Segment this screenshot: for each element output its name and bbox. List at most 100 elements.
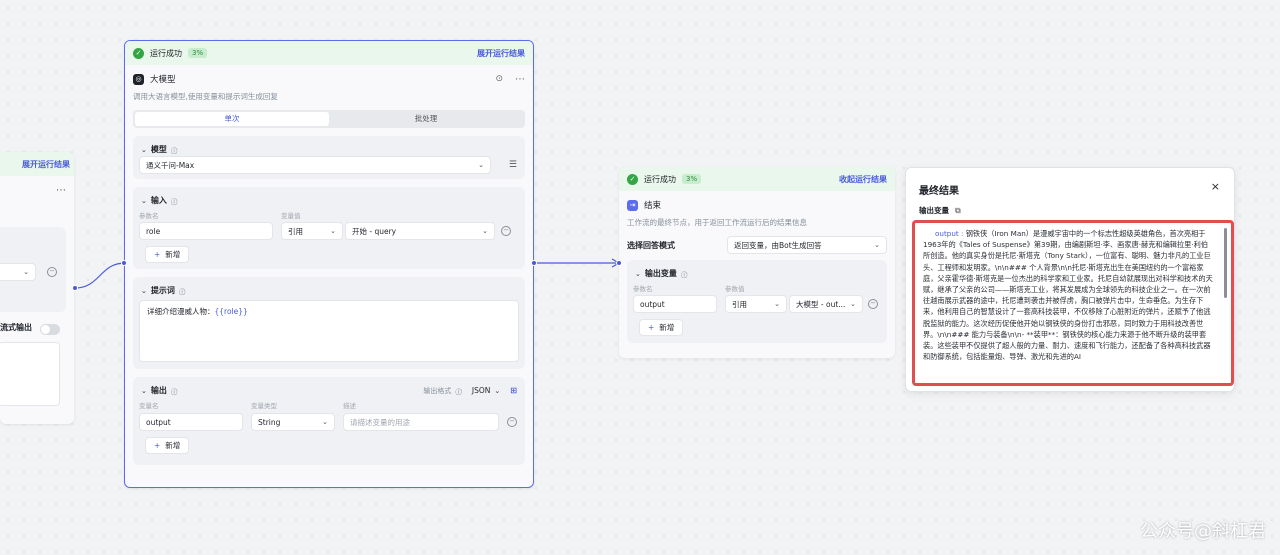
run-percent-badge: 3% bbox=[188, 48, 208, 58]
final-result-panel: 最终结果 × 输出变量 ⧉ output : 钢铁侠（Iron Man）是漫威宇… bbox=[905, 167, 1235, 392]
tab-batch[interactable]: 批处理 bbox=[329, 112, 523, 126]
input-name-value: role bbox=[146, 226, 161, 236]
tab-single[interactable]: 单次 bbox=[135, 112, 329, 126]
prompt-variable: {{role}} bbox=[214, 307, 248, 316]
plus-icon: + bbox=[154, 250, 161, 259]
end-output-type-value: 引用 bbox=[732, 299, 747, 309]
model-select[interactable]: 通义千问-Max ⌄ bbox=[139, 156, 491, 174]
more-icon[interactable]: ⋯ bbox=[56, 185, 66, 196]
add-label: 新增 bbox=[165, 250, 181, 259]
success-icon: ✓ bbox=[627, 173, 638, 185]
add-output-button[interactable]: + 新增 bbox=[145, 437, 190, 454]
node-desc: 工作流的最终节点，用于返回工作流运行后的结果信息 bbox=[627, 218, 807, 227]
end-flag-icon: ⇥ bbox=[627, 199, 638, 211]
answer-mode-select[interactable]: 返回变量，由Bot生成回答 ⌄ bbox=[727, 236, 887, 254]
output-format-label: 输出格式 bbox=[423, 386, 452, 395]
chevron-down-icon: ⌄ bbox=[478, 161, 484, 169]
output-name-field[interactable]: output bbox=[139, 413, 243, 431]
var-desc-header: 描述 bbox=[343, 402, 356, 410]
start-node-out-handle[interactable] bbox=[72, 285, 78, 291]
input-type-value: 引用 bbox=[288, 226, 303, 236]
plus-icon: + bbox=[648, 323, 655, 332]
info-icon: ⓘ bbox=[680, 270, 688, 279]
expand-run-result-link[interactable]: 展开运行结果 bbox=[477, 48, 525, 59]
output-name-value: output bbox=[146, 417, 171, 427]
remove-output-icon[interactable]: − bbox=[868, 299, 878, 309]
collapse-icon[interactable]: ⌄ bbox=[141, 387, 147, 395]
var-name-header: 变量名 bbox=[139, 402, 159, 410]
settings-icon[interactable]: ☰ bbox=[509, 160, 517, 170]
end-in-handle[interactable] bbox=[616, 260, 622, 266]
prompt-card: ⌄ 提示词 ⓘ 详细介绍漫威人物：{{role}} bbox=[133, 277, 525, 369]
start-node-partial[interactable]: 展开运行结果 ⋯ ⌄ − 流式输出 bbox=[0, 152, 74, 424]
end-output-ref[interactable]: 大模型 - out... ⌄ bbox=[789, 295, 863, 313]
scrollbar[interactable] bbox=[1224, 228, 1227, 298]
param-header: 参数名 bbox=[139, 212, 159, 220]
output-type-select[interactable]: String ⌄ bbox=[251, 413, 335, 431]
copy-icon[interactable]: ⧉ bbox=[955, 206, 961, 216]
stream-output-box bbox=[0, 342, 60, 406]
chevron-down-icon: ⌄ bbox=[23, 268, 29, 276]
output-section-title: 输出 bbox=[150, 386, 167, 395]
chevron-down-icon: ⌄ bbox=[494, 386, 501, 395]
end-output-name-value: output bbox=[640, 299, 665, 309]
end-node[interactable]: ✓ 运行成功 3% 收起运行结果 ⇥ 结束 工作流的最终节点，用于返回工作流运行… bbox=[619, 167, 895, 358]
remove-icon[interactable]: − bbox=[47, 267, 57, 277]
param-header: 参数名 bbox=[633, 285, 653, 293]
answer-mode-label: 选择回答模式 bbox=[627, 240, 675, 250]
result-key: output bbox=[935, 229, 959, 238]
run-percent-badge: 3% bbox=[682, 174, 702, 184]
llm-in-handle[interactable] bbox=[121, 260, 127, 266]
collapse-icon[interactable]: ⌄ bbox=[141, 197, 147, 205]
stream-toggle[interactable] bbox=[40, 324, 60, 335]
llm-out-handle[interactable] bbox=[531, 260, 537, 266]
node-desc: 调用大语言模型,使用变量和提示词生成回复 bbox=[133, 92, 278, 101]
close-icon[interactable]: × bbox=[1211, 180, 1220, 193]
chevron-down-icon: ⌄ bbox=[774, 300, 780, 308]
collapse-icon[interactable]: ⌄ bbox=[635, 270, 641, 278]
stream-output-label: 流式输出 bbox=[0, 323, 32, 332]
info-icon: ⓘ bbox=[170, 146, 178, 155]
input-name-field[interactable]: role bbox=[139, 222, 273, 240]
remove-output-icon[interactable]: − bbox=[507, 417, 517, 427]
add-input-button[interactable]: + 新增 bbox=[145, 246, 190, 263]
llm-node[interactable]: ✓ 运行成功 3% 展开运行结果 ◎ 大模型 ⊙ ⋯ 调用大语言模型,使用变量和… bbox=[124, 40, 534, 488]
input-type-select[interactable]: 引用 ⌄ bbox=[281, 222, 343, 240]
info-icon: ⓘ bbox=[455, 387, 462, 396]
add-label: 新增 bbox=[659, 323, 675, 332]
run-icon[interactable]: ⊙ bbox=[495, 74, 503, 84]
output-type-value: String bbox=[258, 417, 281, 427]
prompt-text: 详细介绍漫威人物： bbox=[147, 307, 215, 316]
answer-mode-value: 返回变量，由Bot生成回答 bbox=[734, 240, 822, 250]
result-output-box[interactable]: output : 钢铁侠（Iron Man）是漫威宇宙中的一个标志性超级英雄角色… bbox=[912, 220, 1234, 386]
output-desc-placeholder: 请描述变量的用途 bbox=[350, 417, 410, 427]
end-output-name[interactable]: output bbox=[633, 295, 717, 313]
value-header: 变量值 bbox=[281, 212, 301, 220]
collapse-run-result-link[interactable]: 收起运行结果 bbox=[839, 174, 887, 185]
output-desc-field[interactable]: 请描述变量的用途 bbox=[343, 413, 499, 431]
var-type-header: 变量类型 bbox=[251, 402, 277, 410]
collapse-icon[interactable]: ⌄ bbox=[141, 146, 147, 154]
chevron-down-icon: ⌄ bbox=[874, 241, 880, 249]
add-output-button[interactable]: + 新增 bbox=[639, 319, 684, 336]
output-section-title: 输出变量 bbox=[644, 269, 677, 278]
chevron-down-icon: ⌄ bbox=[850, 300, 856, 308]
remove-input-icon[interactable]: − bbox=[501, 226, 511, 236]
collapse-icon[interactable]: ⌄ bbox=[141, 287, 147, 295]
add-label: 新增 bbox=[165, 441, 181, 450]
input-ref-select[interactable]: 开始 - query ⌄ bbox=[345, 222, 495, 240]
input-ref-value: 开始 - query bbox=[352, 226, 397, 236]
model-value: 通义千问-Max bbox=[146, 160, 195, 170]
plus-icon: + bbox=[154, 441, 161, 450]
watermark: 公众号@斜杠君 bbox=[1140, 521, 1266, 542]
more-icon[interactable]: ⋯ bbox=[515, 74, 525, 85]
expand-run-result-link[interactable]: 展开运行结果 bbox=[22, 159, 70, 170]
add-output-icon[interactable]: ⊞ bbox=[510, 386, 517, 395]
prompt-textarea[interactable]: 详细介绍漫威人物：{{role}} bbox=[139, 300, 519, 362]
run-status-label: 运行成功 bbox=[150, 48, 182, 58]
end-output-type[interactable]: 引用 ⌄ bbox=[725, 295, 787, 313]
output-format-select[interactable]: JSON bbox=[472, 386, 491, 395]
chevron-down-icon: ⌄ bbox=[322, 418, 328, 426]
info-icon: ⓘ bbox=[178, 287, 186, 296]
mode-tabs: 单次 批处理 bbox=[133, 110, 525, 128]
